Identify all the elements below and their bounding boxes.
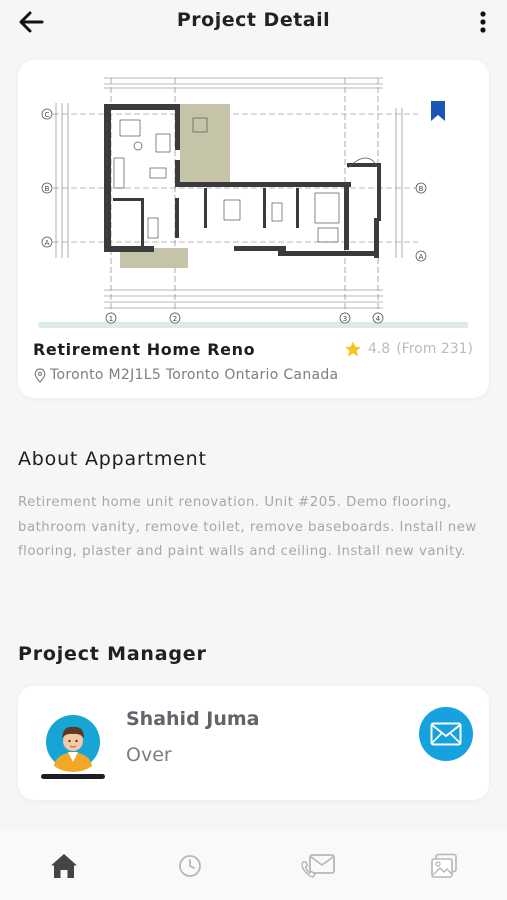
svg-text:2: 2	[173, 315, 177, 323]
project-name: Retirement Home Reno	[33, 340, 256, 359]
more-options-button[interactable]	[475, 8, 491, 36]
svg-text:4: 4	[376, 315, 381, 323]
envelope-icon	[430, 722, 462, 746]
svg-text:B: B	[45, 185, 50, 193]
avatar-icon	[41, 715, 105, 779]
svg-text:B: B	[419, 185, 424, 193]
project-card[interactable]: C B A B A 1 2 3 4 Retirement Home Reno 4…	[18, 60, 489, 398]
project-rating: 4.8 (From 231)	[344, 340, 473, 358]
home-icon	[51, 854, 77, 878]
manager-name: Shahid Juma	[126, 708, 260, 730]
phone-mail-icon	[301, 854, 335, 878]
nav-contact[interactable]	[300, 850, 336, 882]
svg-text:A: A	[419, 253, 424, 261]
about-description: Retirement home unit renovation. Unit #2…	[18, 495, 477, 559]
bottom-navigation	[0, 830, 507, 900]
nav-history[interactable]	[174, 850, 206, 882]
rating-count: (From 231)	[396, 341, 473, 357]
more-vertical-icon	[480, 11, 486, 33]
bookmark-icon[interactable]	[430, 100, 446, 122]
manager-role: Over	[126, 744, 172, 766]
svg-text:1: 1	[109, 315, 113, 323]
gallery-icon	[431, 853, 457, 878]
nav-gallery[interactable]	[428, 850, 460, 882]
star-icon	[345, 341, 361, 357]
svg-text:C: C	[45, 111, 50, 119]
about-section-title: About Appartment	[18, 448, 207, 470]
location-text: Toronto M2J1L5 Toronto Ontario Canada	[50, 367, 339, 383]
svg-text:3: 3	[343, 315, 347, 323]
rating-value: 4.8	[367, 341, 391, 357]
project-manager-title: Project Manager	[18, 643, 207, 665]
nav-home[interactable]	[48, 850, 80, 882]
project-manager-card[interactable]: Shahid Juma Over	[18, 686, 489, 800]
floor-plan-image: C B A B A 1 2 3 4	[38, 77, 468, 328]
svg-text:A: A	[45, 239, 50, 247]
project-location: Toronto M2J1L5 Toronto Ontario Canada	[34, 367, 338, 383]
location-pin-icon	[34, 367, 46, 383]
app-header: Project Detail	[0, 0, 507, 44]
message-manager-button[interactable]	[419, 707, 473, 761]
page-title: Project Detail	[176, 9, 331, 31]
clock-icon	[179, 855, 201, 877]
